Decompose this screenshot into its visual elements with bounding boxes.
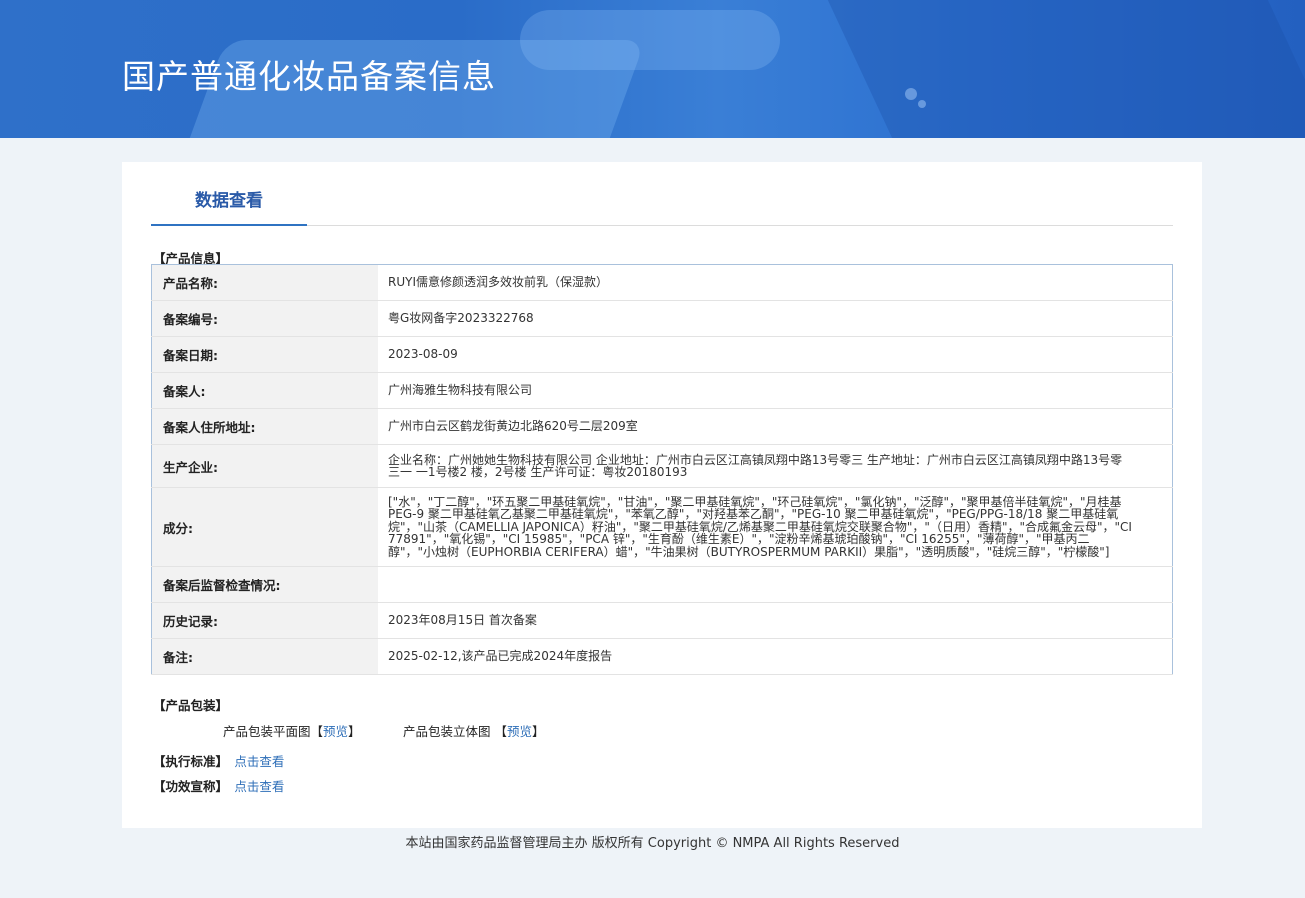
row-value: ["水"，"丁二醇"，"环五聚二甲基硅氧烷"，"甘油"，"聚二甲基硅氧烷"，"环… xyxy=(378,487,1173,567)
bracket: 【 xyxy=(494,724,508,739)
table-row: 备案人: 广州海雅生物科技有限公司 xyxy=(151,372,1173,409)
row-key: 备案编号: xyxy=(151,300,378,337)
packaging-flat-label: 产品包装平面图 xyxy=(223,724,311,739)
table-row: 生产企业: 企业名称：广州她她生物科技有限公司 企业地址：广州市白云区江高镇凤翔… xyxy=(151,444,1173,488)
bracket: 【 xyxy=(310,724,324,739)
standard-row: 【执行标准】 点击查看 xyxy=(153,751,284,770)
packaging-solid-preview-link[interactable]: 预览 xyxy=(507,724,532,739)
table-row: 产品名称: RUYI儒意修颜透润多效妆前乳（保湿款） xyxy=(151,264,1173,301)
header-decoration xyxy=(905,88,917,100)
row-value: 2023-08-09 xyxy=(378,336,1173,373)
efficacy-label: 【功效宣称】 xyxy=(153,779,229,794)
table-row: 备案编号: 粤G妆网备字2023322768 xyxy=(151,300,1173,337)
row-value: 企业名称：广州她她生物科技有限公司 企业地址：广州市白云区江高镇凤翔中路13号零… xyxy=(378,444,1173,488)
header-decoration xyxy=(520,10,780,70)
content-card: 数据查看 【产品信息】 产品名称: RUYI儒意修颜透润多效妆前乳（保湿款） 备… xyxy=(122,162,1202,828)
header-decoration xyxy=(918,100,926,108)
row-key: 成分: xyxy=(151,487,378,567)
row-value: RUYI儒意修颜透润多效妆前乳（保湿款） xyxy=(378,264,1173,301)
packaging-section-label: 【产品包装】 xyxy=(153,698,229,713)
standard-label: 【执行标准】 xyxy=(153,754,229,769)
row-value: 2025-02-12,该产品已完成2024年度报告 xyxy=(378,638,1173,675)
row-key: 备注: xyxy=(151,638,378,675)
header-decoration xyxy=(827,0,1305,138)
bracket: 】 xyxy=(532,724,545,739)
standard-view-link[interactable]: 点击查看 xyxy=(234,754,284,769)
table-row: 备注: 2025-02-12,该产品已完成2024年度报告 xyxy=(151,638,1173,675)
row-key: 备案后监督检查情况: xyxy=(151,566,378,603)
row-key: 产品名称: xyxy=(151,264,378,301)
row-value: 2023年08月15日 首次备案 xyxy=(378,602,1173,639)
footer-copyright: 本站由国家药品监督管理局主办 版权所有 Copyright © NMPA All… xyxy=(405,836,900,851)
product-info-table: 产品名称: RUYI儒意修颜透润多效妆前乳（保湿款） 备案编号: 粤G妆网备字2… xyxy=(151,264,1173,675)
row-value: 粤G妆网备字2023322768 xyxy=(378,300,1173,337)
page-title: 国产普通化妆品备案信息 xyxy=(122,57,496,96)
tab-bar: 数据查看 xyxy=(151,162,1173,226)
row-key: 生产企业: xyxy=(151,444,378,488)
table-row: 历史记录: 2023年08月15日 首次备案 xyxy=(151,602,1173,639)
efficacy-view-link[interactable]: 点击查看 xyxy=(234,779,284,794)
row-value xyxy=(378,566,1173,603)
bracket: 】 xyxy=(348,724,361,739)
packaging-solid-row: 产品包装立体图 【预览】 xyxy=(403,721,545,740)
packaging-solid-label: 产品包装立体图 xyxy=(403,724,491,739)
row-key: 备案日期: xyxy=(151,336,378,373)
table-row: 备案后监督检查情况: xyxy=(151,566,1173,603)
tab-data-view[interactable]: 数据查看 xyxy=(151,162,307,226)
row-value: 广州海雅生物科技有限公司 xyxy=(378,372,1173,409)
table-row: 备案日期: 2023-08-09 xyxy=(151,336,1173,373)
row-key: 备案人住所地址: xyxy=(151,408,378,445)
table-row: 备案人住所地址: 广州市白云区鹤龙街黄边北路620号二层209室 xyxy=(151,408,1173,445)
row-key: 备案人: xyxy=(151,372,378,409)
efficacy-row: 【功效宣称】 点击查看 xyxy=(153,776,284,795)
packaging-flat-row: 产品包装平面图【预览】 xyxy=(223,721,361,740)
tab-label: 数据查看 xyxy=(195,191,263,211)
row-value: 广州市白云区鹤龙街黄边北路620号二层209室 xyxy=(378,408,1173,445)
packaging-flat-preview-link[interactable]: 预览 xyxy=(323,724,348,739)
table-row: 成分: ["水"，"丁二醇"，"环五聚二甲基硅氧烷"，"甘油"，"聚二甲基硅氧烷… xyxy=(151,487,1173,567)
row-key: 历史记录: xyxy=(151,602,378,639)
page-header: 国产普通化妆品备案信息 xyxy=(0,0,1305,138)
